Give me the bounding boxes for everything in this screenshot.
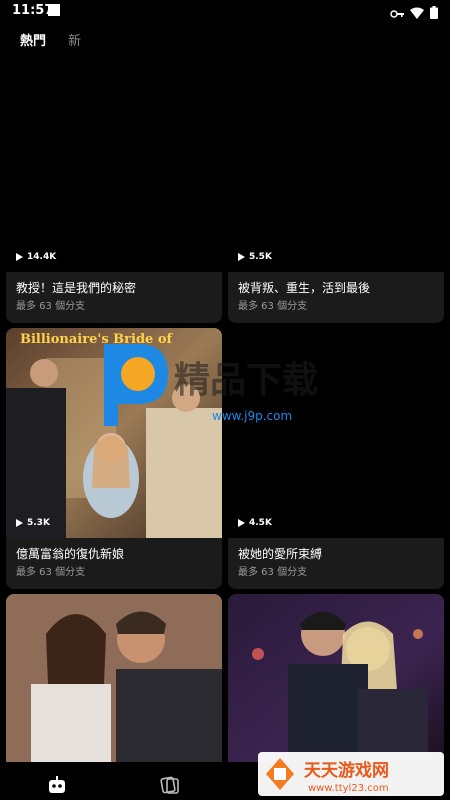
watermark2-url: www.ttyl23.com — [308, 783, 389, 794]
story-title: 被背叛、重生，活到最後 — [238, 281, 371, 295]
view-count: 14.4K — [16, 252, 56, 262]
view-count-text: 5.3K — [27, 518, 50, 528]
tab-hot[interactable]: 熱門 — [20, 30, 46, 49]
view-count-text: 4.5K — [249, 518, 272, 528]
story-branches: 最多 63 個分支 — [16, 567, 86, 578]
story-poster — [6, 60, 222, 272]
story-card-2[interactable]: 5.5K 被背叛、重生，活到最後 最多 63 個分支 — [228, 60, 444, 323]
status-bar: 11:57 — [0, 0, 450, 22]
story-branches: 最多 63 個分支 — [238, 567, 308, 578]
notification-icon — [48, 4, 60, 16]
play-icon — [238, 253, 245, 261]
poster-illustration — [6, 594, 222, 762]
watermark2-text: 天天游戏网 — [304, 760, 389, 781]
story-poster — [6, 594, 222, 762]
story-info: 億萬富翁的復仇新娘 最多 63 個分支 — [6, 538, 222, 586]
story-title: 億萬富翁的復仇新娘 — [16, 547, 125, 561]
cards-icon[interactable] — [160, 776, 180, 798]
play-icon — [16, 253, 23, 261]
story-info: 被背叛、重生，活到最後 最多 63 個分支 — [228, 272, 444, 320]
wifi-icon — [410, 4, 424, 23]
tab-new[interactable]: 新 — [68, 30, 81, 49]
watermark-badge-graphic: 天天游戏网 www.ttyl23.com — [266, 758, 389, 794]
battery-icon — [430, 4, 438, 23]
key-icon — [390, 4, 404, 23]
view-count: 4.5K — [238, 518, 272, 528]
story-info: 被她的愛所束縛 最多 63 個分支 — [228, 538, 444, 586]
robot-icon[interactable] — [48, 776, 66, 798]
poster-illustration — [228, 594, 444, 762]
story-branches: 最多 63 個分支 — [238, 301, 308, 312]
watermark-logo: 精品下载 www.j9p.com — [98, 340, 348, 434]
watermark-url: www.j9p.com — [212, 409, 292, 423]
play-icon — [238, 519, 245, 527]
view-count: 5.3K — [16, 518, 50, 528]
view-count-text: 5.5K — [249, 252, 272, 262]
story-card-1[interactable]: 14.4K 教授！這是我們的秘密 最多 63 個分支 — [6, 60, 222, 323]
story-title: 教授！這是我們的秘密 — [16, 281, 137, 295]
watermark-graphic: 精品下载 www.j9p.com — [104, 344, 318, 426]
story-poster — [228, 60, 444, 272]
story-title: 被她的愛所束縛 — [238, 547, 323, 561]
play-icon — [16, 519, 23, 527]
watermark-badge: 天天游戏网 www.ttyl23.com — [258, 752, 444, 796]
view-count-text: 14.4K — [27, 252, 57, 262]
status-icons — [390, 4, 438, 23]
story-card-5[interactable] — [6, 594, 222, 762]
story-info: 教授！這是我們的秘密 最多 63 個分支 — [6, 272, 222, 320]
story-branches: 最多 63 個分支 — [16, 301, 86, 312]
story-poster — [228, 594, 444, 762]
story-card-6[interactable] — [228, 594, 444, 762]
category-tabs: 熱門 新 — [20, 30, 81, 49]
view-count: 5.5K — [238, 252, 272, 262]
watermark-text: 精品下载 — [174, 360, 318, 401]
